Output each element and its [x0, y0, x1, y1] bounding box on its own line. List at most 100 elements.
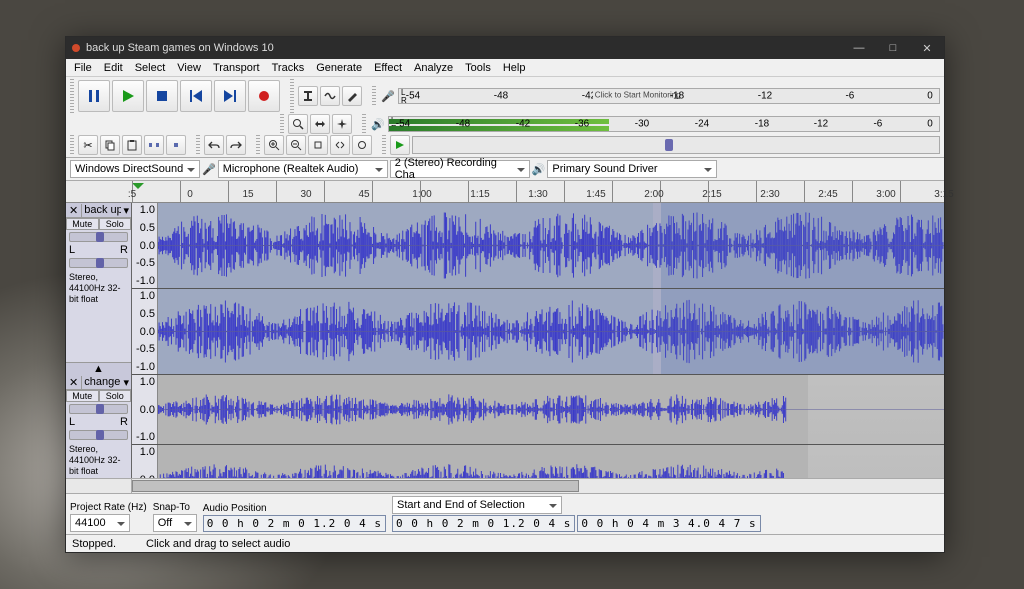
- toolbar-grip[interactable]: [70, 79, 74, 113]
- toolbar-grip[interactable]: [280, 114, 284, 134]
- fit-selection-icon[interactable]: [308, 135, 328, 155]
- audio-host-combo[interactable]: Windows DirectSound: [70, 160, 200, 178]
- track-close-icon[interactable]: ✕: [66, 376, 82, 389]
- toolbar-grip[interactable]: [290, 79, 294, 113]
- zoom-toggle-icon[interactable]: [352, 135, 372, 155]
- stop-button[interactable]: [146, 80, 178, 112]
- pause-button[interactable]: [78, 80, 110, 112]
- menu-select[interactable]: Select: [129, 60, 172, 76]
- solo-button[interactable]: Solo: [99, 390, 132, 402]
- menu-file[interactable]: File: [68, 60, 98, 76]
- skip-end-button[interactable]: [214, 80, 246, 112]
- track-menu-icon[interactable]: ▾: [121, 204, 131, 217]
- minimize-button[interactable]: —: [842, 37, 876, 59]
- selection-region[interactable]: [653, 203, 944, 288]
- toolbar-grip[interactable]: [382, 135, 386, 155]
- trim-icon[interactable]: [144, 135, 164, 155]
- zoom-in-icon[interactable]: [264, 135, 284, 155]
- mute-button[interactable]: Mute: [66, 218, 99, 230]
- waveform-lane[interactable]: 1.00.0-1.0: [132, 375, 944, 445]
- zoom-out-icon[interactable]: [286, 135, 306, 155]
- pan-slider[interactable]: [69, 430, 128, 440]
- title-bar[interactable]: back up Steam games on Windows 10 — □ ✕: [66, 37, 944, 59]
- copy-icon[interactable]: [100, 135, 120, 155]
- track-info: Stereo, 44100Hz 32-bit float: [66, 442, 131, 478]
- selection-end-field[interactable]: 0 0 h 0 4 m 3 4.0 4 7 s: [577, 515, 760, 532]
- recording-channels-combo[interactable]: 2 (Stereo) Recording Cha: [390, 160, 530, 178]
- menu-tracks[interactable]: Tracks: [266, 60, 311, 76]
- track-control-panel[interactable]: ✕ change Wind ▾ Mute Solo LR Stereo, 441…: [66, 375, 132, 478]
- waveform-lane[interactable]: 1.00.0-1.0: [132, 445, 944, 478]
- track-name[interactable]: change Wind: [82, 375, 121, 389]
- project-rate-label: Project Rate (Hz): [70, 502, 147, 513]
- playback-speed-slider[interactable]: [412, 136, 940, 154]
- draw-tool-icon[interactable]: [342, 86, 362, 106]
- envelope-tool-icon[interactable]: [320, 86, 340, 106]
- selection-mode-combo[interactable]: Start and End of Selection: [392, 496, 562, 514]
- timeshift-tool-icon[interactable]: [310, 114, 330, 134]
- menu-tools[interactable]: Tools: [459, 60, 497, 76]
- gain-slider[interactable]: [69, 232, 128, 242]
- timeline-ruler[interactable]: :501530451:001:151:301:452:002:152:302:4…: [66, 181, 944, 203]
- recording-meter[interactable]: LR -54 -48 -42 Click to Start Monitoring…: [398, 88, 940, 104]
- recording-device-combo[interactable]: Microphone (Realtek Audio): [218, 160, 388, 178]
- fit-project-icon[interactable]: [330, 135, 350, 155]
- cut-icon[interactable]: ✂: [78, 135, 98, 155]
- waveform-lane[interactable]: 1.00.50.0-0.5-1.0: [132, 203, 944, 289]
- project-rate-combo[interactable]: 44100: [70, 514, 130, 532]
- zoom-tool-icon[interactable]: [288, 114, 308, 134]
- device-toolbar: Windows DirectSound 🎤 Microphone (Realte…: [66, 158, 944, 181]
- menu-transport[interactable]: Transport: [207, 60, 266, 76]
- audio-position-field[interactable]: 0 0 h 0 2 m 0 1.2 0 4 s: [203, 515, 386, 532]
- toolbar-grip[interactable]: [372, 86, 376, 106]
- horizontal-scrollbar[interactable]: [66, 478, 944, 493]
- selection-region[interactable]: [653, 289, 944, 374]
- snap-to-combo[interactable]: Off: [153, 514, 197, 532]
- toolbar-grip[interactable]: [256, 135, 260, 155]
- playback-device-combo[interactable]: Primary Sound Driver: [547, 160, 717, 178]
- track-info: Stereo, 44100Hz 32-bit float: [66, 270, 131, 307]
- mute-button[interactable]: Mute: [66, 390, 99, 402]
- app-window: back up Steam games on Windows 10 — □ ✕ …: [65, 36, 945, 553]
- menu-generate[interactable]: Generate: [310, 60, 368, 76]
- speaker-icon: 🔊: [370, 118, 386, 131]
- redo-icon[interactable]: [226, 135, 246, 155]
- gain-slider[interactable]: [69, 404, 128, 414]
- track-row: ✕ change Wind ▾ Mute Solo LR Stereo, 441…: [66, 375, 944, 478]
- record-button[interactable]: [248, 80, 280, 112]
- track-control-panel[interactable]: ✕ back up Stea ▾ Mute Solo LR Stereo, 44…: [66, 203, 132, 375]
- paste-icon[interactable]: [122, 135, 142, 155]
- toolbar-grip[interactable]: [362, 114, 366, 134]
- track-name[interactable]: back up Stea: [82, 203, 121, 217]
- menu-analyze[interactable]: Analyze: [408, 60, 459, 76]
- solo-button[interactable]: Solo: [99, 218, 132, 230]
- selection-tool-icon[interactable]: [298, 86, 318, 106]
- silence-icon[interactable]: [166, 135, 186, 155]
- play-at-speed-icon[interactable]: [390, 135, 410, 155]
- collapse-icon[interactable]: ▲: [66, 362, 131, 375]
- toolbar-grip[interactable]: [70, 135, 74, 155]
- undo-icon[interactable]: [204, 135, 224, 155]
- menu-view[interactable]: View: [171, 60, 207, 76]
- track-menu-icon[interactable]: ▾: [121, 376, 131, 389]
- selection-start-field[interactable]: 0 0 h 0 2 m 0 1.2 0 4 s: [392, 515, 575, 532]
- multi-tool-icon[interactable]: [332, 114, 352, 134]
- menu-bar: File Edit Select View Transport Tracks G…: [66, 59, 944, 77]
- status-bar: Stopped. Click and drag to select audio: [66, 534, 944, 552]
- selection-toolbar: Project Rate (Hz) 44100 Snap-To Off Audi…: [66, 493, 944, 534]
- track-close-icon[interactable]: ✕: [66, 204, 82, 217]
- playback-meter[interactable]: LR -54 -48 -42 -36 -30 -24 -18 -12 -6 0: [388, 116, 940, 132]
- waveform-lane[interactable]: 1.00.50.0-0.5-1.0: [132, 289, 944, 375]
- amplitude-scale: 1.00.0-1.0: [132, 445, 158, 478]
- toolbars: 🎤 LR -54 -48 -42 Click to Start Monitori…: [66, 77, 944, 158]
- skip-start-button[interactable]: [180, 80, 212, 112]
- maximize-button[interactable]: □: [876, 37, 910, 59]
- menu-effect[interactable]: Effect: [368, 60, 408, 76]
- snap-to-label: Snap-To: [153, 502, 197, 513]
- close-button[interactable]: ✕: [910, 37, 944, 59]
- toolbar-grip[interactable]: [196, 135, 200, 155]
- menu-edit[interactable]: Edit: [98, 60, 129, 76]
- menu-help[interactable]: Help: [497, 60, 532, 76]
- pan-slider[interactable]: [69, 258, 128, 268]
- play-button[interactable]: [112, 80, 144, 112]
